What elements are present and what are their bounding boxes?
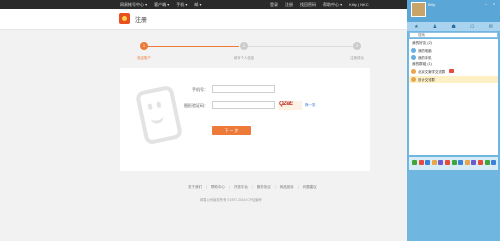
footer-separator: | <box>251 185 253 189</box>
qq-tab-contacts[interactable]: ♟ <box>433 24 437 30</box>
app-icon[interactable] <box>418 160 424 165</box>
page-title: 注册 <box>135 18 148 24</box>
app-icon[interactable] <box>445 160 450 165</box>
app-icon[interactable] <box>458 160 464 165</box>
device-icon <box>411 55 416 60</box>
qq-item-name: 北京文案学交流群 <box>418 70 446 74</box>
app-icon[interactable] <box>471 160 477 165</box>
footer-link-about[interactable]: 关于我们 <box>188 185 202 190</box>
qq-search-input[interactable] <box>409 32 498 38</box>
top-nav-client[interactable]: 客户端 ▾ <box>154 2 169 8</box>
top-nav-bar: 网易帐号中心 ▾ 客户端 ▾ 手机 ▾ 邮 ▾ 登录 注册 找回密码 帮助中心 … <box>0 0 407 9</box>
page-header: 注册 <box>0 9 407 30</box>
step-3-circle: 3 <box>353 42 361 50</box>
qq-header: Kitty – × <box>407 0 500 22</box>
qq-group-title[interactable]: 我的群组 (1) <box>412 62 432 67</box>
top-nav-help[interactable]: 帮助中心 ▾ <box>323 2 342 8</box>
qq-list-item[interactable]: 我的电脑 <box>409 47 498 54</box>
step-3-label: 注册成功 <box>350 56 364 60</box>
app-icon[interactable] <box>478 160 483 165</box>
footer-link-terms[interactable]: 服务协议 <box>257 185 271 190</box>
top-nav-right: 登录 注册 找回密码 帮助中心 ▾ Kitty | NKC <box>270 2 369 8</box>
qq-item-name: 设计交流群 <box>418 78 435 82</box>
footer-link-feedback[interactable]: 问题建议 <box>303 185 317 190</box>
footer-separator: | <box>206 185 207 189</box>
top-nav-mobile[interactable]: 手机 ▾ <box>176 2 187 8</box>
qq-tab-recent[interactable]: ☖ <box>470 24 474 30</box>
qq-bottom-area <box>407 170 500 241</box>
captcha-text: QZeE <box>279 101 293 107</box>
top-nav-user[interactable]: Kitty | NKC <box>349 2 369 8</box>
step-line-1 <box>144 46 239 47</box>
qq-list-item-selected[interactable]: 设计交流群 <box>409 76 498 83</box>
refresh-captcha-link[interactable]: 换一张 <box>305 103 316 108</box>
qq-tab-groups[interactable]: ☗ <box>451 24 455 30</box>
group-icon <box>411 77 416 82</box>
qq-side-panel: Kitty – × ★ ♟ ☗ ☖ ✉ 我的好友 (2) 我的电脑 我的手机 我… <box>407 0 500 241</box>
device-icon <box>411 48 416 53</box>
qq-tabs: ★ ♟ ☗ ☖ ✉ <box>407 22 500 31</box>
top-nav-account-center[interactable]: 网易帐号中心 ▾ <box>120 2 147 8</box>
minimize-icon[interactable]: – <box>485 1 487 6</box>
app-icon[interactable] <box>451 160 457 165</box>
app-icon[interactable] <box>484 160 490 165</box>
footer-separator: | <box>297 185 299 189</box>
phone-input[interactable] <box>212 85 275 93</box>
qq-contact-list: 我的好友 (2) 我的电脑 我的手机 我的群组 (1) 北京文案学交流群 设计交… <box>409 39 498 155</box>
footer-link-complaint[interactable]: 商品投诉 <box>280 185 294 190</box>
footer-link-platform[interactable]: 开放平台 <box>234 185 248 190</box>
captcha-image[interactable]: QZeE <box>278 101 302 110</box>
footer-separator: | <box>274 185 276 189</box>
app-icon[interactable] <box>412 160 417 165</box>
footer-links: 关于我们 | 帮助中心 | 开放平台 | 服务协议 | 商品投诉 | 问题建议 <box>188 185 317 190</box>
app-icon[interactable] <box>464 160 470 165</box>
close-icon[interactable]: × <box>493 1 495 6</box>
phone-label: 手机号： <box>192 87 208 92</box>
step-2-circle: 2 <box>240 42 248 50</box>
register-panel <box>120 68 370 171</box>
top-nav-mail[interactable]: 邮 ▾ <box>194 2 201 8</box>
app-icon[interactable] <box>425 160 431 165</box>
app-icon[interactable] <box>438 160 444 165</box>
qq-item-name: 我的手机 <box>418 56 432 60</box>
copyright-text: 网易公司版权所有 ©1997-2016 ICP证编号 <box>200 198 262 202</box>
footer-link-help[interactable]: 帮助中心 <box>211 185 225 190</box>
app-icon[interactable] <box>491 160 497 165</box>
step-2-label: 填写个人信息 <box>233 56 255 60</box>
group-icon <box>411 69 416 74</box>
top-nav-register[interactable]: 注册 <box>285 2 293 8</box>
next-button[interactable]: 下 一 步 <box>212 126 251 135</box>
site-logo[interactable] <box>119 13 130 24</box>
qq-tab-favorites[interactable]: ★ <box>414 24 418 30</box>
app-icon[interactable] <box>431 160 437 165</box>
footer-separator: | <box>228 185 230 189</box>
qq-list-item[interactable]: 北京文案学交流群 <box>409 68 498 75</box>
mascot-watermark <box>134 84 184 146</box>
qq-username: Kitty <box>428 3 435 7</box>
step-line-2 <box>248 46 353 47</box>
top-nav-login[interactable]: 登录 <box>270 2 278 8</box>
top-nav-recover[interactable]: 找回密码 <box>300 2 316 8</box>
top-nav-left: 网易帐号中心 ▾ 客户端 ▾ 手机 ▾ 邮 ▾ <box>120 2 202 8</box>
step-1-label: 验证账户 <box>137 56 151 60</box>
qq-item-name: 我的电脑 <box>418 49 432 53</box>
qq-tab-messages[interactable]: ✉ <box>489 24 493 30</box>
captcha-input[interactable] <box>212 101 275 109</box>
captcha-label: 图形验证码： <box>184 103 208 108</box>
unread-badge <box>449 69 454 73</box>
step-1-circle: 1 <box>140 42 148 50</box>
qq-list-item[interactable]: 我的手机 <box>409 54 498 61</box>
qq-avatar[interactable] <box>411 2 426 17</box>
qq-group-friends[interactable]: 我的好友 (2) <box>412 41 432 46</box>
qq-app-bar <box>409 157 498 170</box>
progress-steps: 1 2 3 验证账户 填写个人信息 注册成功 <box>120 36 370 66</box>
